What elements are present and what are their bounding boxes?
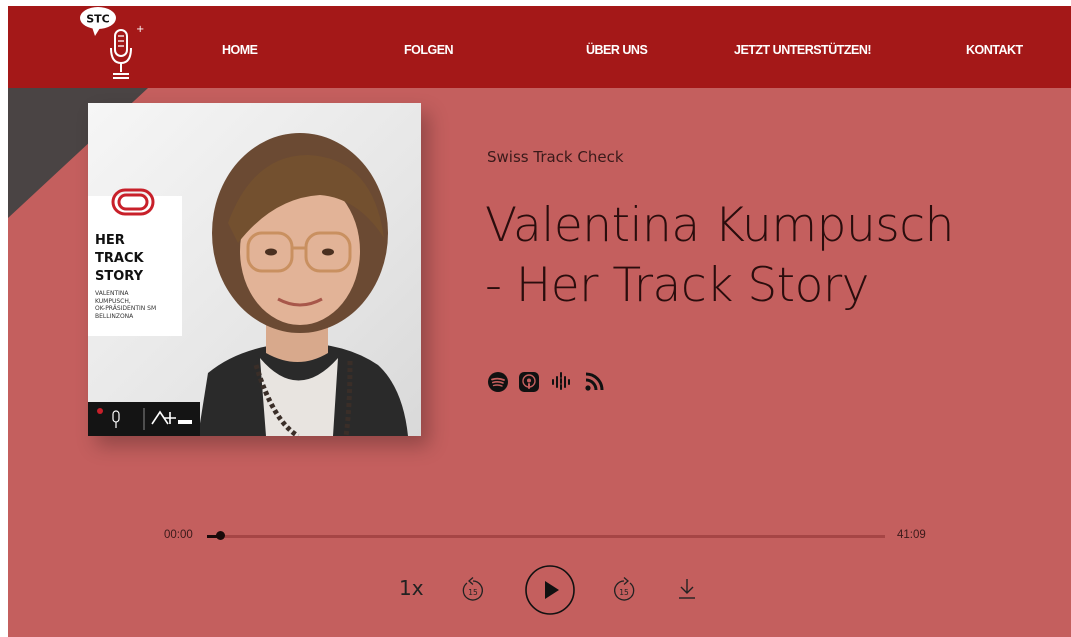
rss-icon[interactable] xyxy=(583,371,605,393)
site-logo[interactable]: STC + xyxy=(78,6,148,86)
spotify-icon[interactable] xyxy=(487,371,509,393)
nav-home[interactable]: HOME xyxy=(222,43,258,57)
download-button[interactable] xyxy=(677,577,697,601)
track-logo-icon xyxy=(111,188,155,216)
podcast-name-link[interactable]: Swiss Track Check xyxy=(487,148,624,166)
cover-footer-logos xyxy=(88,402,200,436)
progress-bar[interactable] xyxy=(207,535,885,538)
episode-cover-image: HER TRACK STORY VALENTINA KUMPUSCH, OK-P… xyxy=(88,103,421,436)
nav-kontakt[interactable]: KONTAKT xyxy=(966,43,1023,57)
apple-podcasts-icon[interactable] xyxy=(518,371,540,393)
current-time: 00:00 xyxy=(164,529,193,541)
episode-title: Valentina Kumpusch - Her Track Story xyxy=(485,198,954,313)
nav-ueber-uns[interactable]: ÜBER UNS xyxy=(586,43,648,57)
svg-text:+: + xyxy=(136,24,144,35)
cover-subtitle: VALENTINA KUMPUSCH, OK-PRÄSIDENTIN SM BE… xyxy=(95,290,157,320)
navbar: STC + HOME FOLGEN ÜBER UNS JETZT UNTERST… xyxy=(8,6,1071,88)
rewind-15-button[interactable]: 15 xyxy=(460,576,486,604)
google-podcasts-icon[interactable] xyxy=(550,371,572,393)
duration-time: 41:09 xyxy=(897,529,926,541)
forward-15-label: 15 xyxy=(619,588,629,597)
cover-text-panel: HER TRACK STORY VALENTINA KUMPUSCH, OK-P… xyxy=(88,188,182,336)
podcast-page: STC + HOME FOLGEN ÜBER UNS JETZT UNTERST… xyxy=(8,6,1071,637)
nav-folgen[interactable]: FOLGEN xyxy=(404,43,454,57)
rewind-15-label: 15 xyxy=(468,588,478,597)
play-button[interactable] xyxy=(524,564,576,616)
playback-speed-button[interactable]: 1x xyxy=(399,576,424,600)
nav-jetzt-unterstuetzen[interactable]: JETZT UNTERSTÜTZEN! xyxy=(734,43,872,57)
cover-title: HER TRACK STORY xyxy=(95,233,144,284)
forward-15-button[interactable]: 15 xyxy=(611,576,637,604)
progress-handle[interactable] xyxy=(216,531,226,540)
logo-text: STC xyxy=(86,13,110,26)
